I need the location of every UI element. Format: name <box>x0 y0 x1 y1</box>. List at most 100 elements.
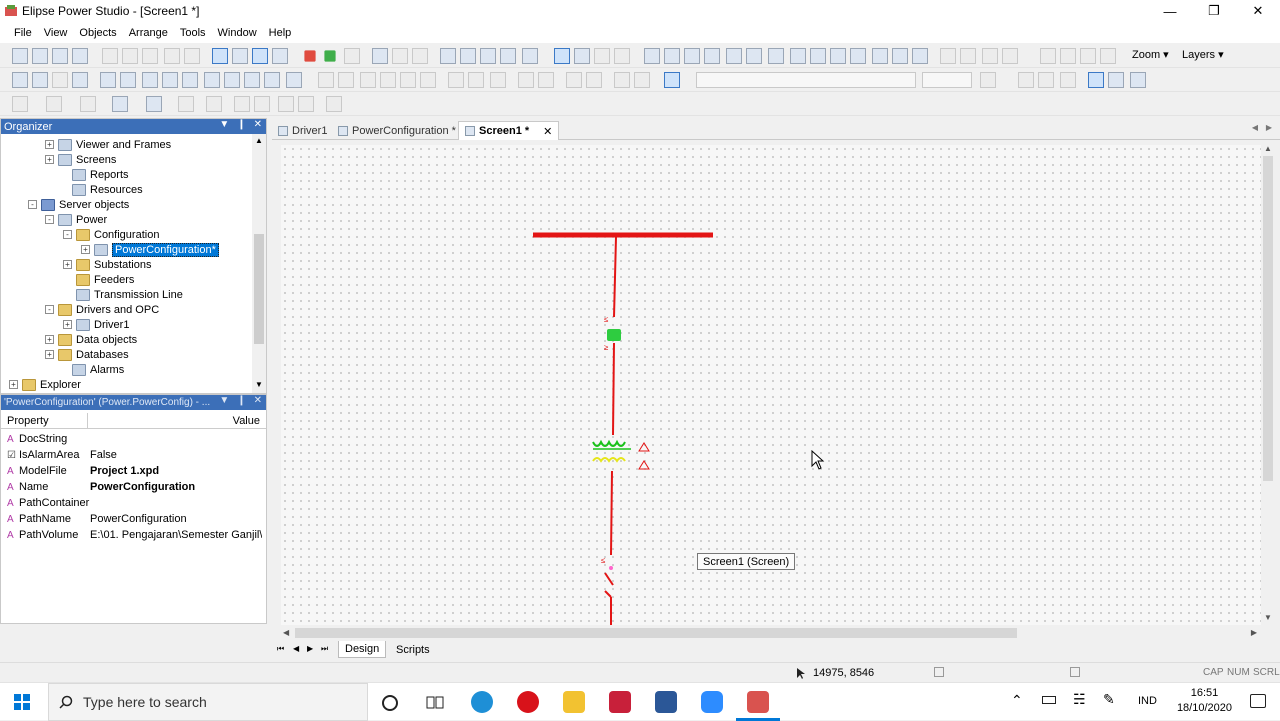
language-indicator[interactable]: IND <box>1138 695 1157 707</box>
canvas-horizontal-scrollbar[interactable]: ◀ ▶ <box>281 626 1261 640</box>
scroll-thumb[interactable] <box>254 234 264 344</box>
tree-item-explorer[interactable]: + Explorer <box>9 377 81 392</box>
last-page-icon[interactable]: ⏭ <box>321 644 328 654</box>
ellipse-icon[interactable] <box>726 48 742 64</box>
collapse-icon[interactable]: - <box>63 230 72 239</box>
lock-icon[interactable] <box>278 96 294 112</box>
open-icon[interactable] <box>32 48 48 64</box>
edit-points-icon[interactable] <box>594 48 610 64</box>
property-row-name[interactable]: A Name PowerConfiguration <box>1 479 266 495</box>
underline-icon[interactable] <box>1060 72 1076 88</box>
property-row-pathname[interactable]: A PathName PowerConfiguration <box>1 511 266 527</box>
transformer[interactable] <box>592 439 650 470</box>
collapse-icon[interactable]: - <box>45 305 54 314</box>
expand-icon[interactable]: + <box>45 155 54 164</box>
align-bottom-icon[interactable] <box>380 72 396 88</box>
align-center-v-icon[interactable] <box>420 72 436 88</box>
feeder-line-3[interactable] <box>610 470 613 556</box>
redo-icon[interactable] <box>184 48 200 64</box>
scroll-right-icon[interactable]: ▶ <box>1251 628 1257 637</box>
property-row-docstring[interactable]: A DocString <box>1 431 266 447</box>
view-objects-icon[interactable] <box>272 48 288 64</box>
flip-icon[interactable] <box>206 96 222 112</box>
line-icon[interactable] <box>644 48 660 64</box>
rotate-right-icon[interactable] <box>254 96 270 112</box>
center-h-icon[interactable] <box>566 72 582 88</box>
run-icon[interactable] <box>324 50 336 62</box>
tag-watch-icon[interactable] <box>392 48 408 64</box>
menu-help[interactable]: Help <box>263 27 298 39</box>
distribute-icon[interactable] <box>960 48 976 64</box>
library-icon[interactable] <box>460 48 476 64</box>
expand-icon[interactable]: + <box>9 380 18 389</box>
save-all-icon[interactable] <box>72 48 88 64</box>
battery-icon[interactable] <box>1042 696 1056 704</box>
property-row-pathvolume[interactable]: A PathVolume E:\01. Pengajaran\Semester Ga… <box>1 527 266 543</box>
save-icon[interactable] <box>52 48 68 64</box>
spin-tool-icon[interactable] <box>224 72 240 88</box>
value-column[interactable]: Value <box>233 415 260 427</box>
spin-vertical-icon[interactable] <box>244 72 260 88</box>
start-icon[interactable] <box>14 694 30 710</box>
setpoint-icon[interactable] <box>892 48 908 64</box>
tab-powerconfiguration[interactable]: PowerConfiguration * <box>338 121 456 140</box>
font-color-icon[interactable] <box>980 72 996 88</box>
close-icon[interactable]: ✕ <box>254 395 262 406</box>
tree-item-power[interactable]: - Power <box>45 212 107 227</box>
tree-item-configuration[interactable]: - Configuration <box>63 227 159 242</box>
rectangle-icon[interactable] <box>684 48 700 64</box>
menu-view[interactable]: View <box>38 27 74 39</box>
tree-item-transmission-line[interactable]: Transmission Line <box>63 287 183 302</box>
fill-color-icon[interactable] <box>12 96 28 112</box>
expand-icon[interactable]: + <box>45 335 54 344</box>
menu-tools[interactable]: Tools <box>174 27 212 39</box>
tree-item-screens[interactable]: + Screens <box>45 152 116 167</box>
picture-icon[interactable] <box>830 48 846 64</box>
line-color-icon[interactable] <box>46 96 62 112</box>
tree-item-databases[interactable]: + Databases <box>45 347 129 362</box>
gallery-icon[interactable] <box>440 48 456 64</box>
same-size-icon[interactable] <box>538 72 554 88</box>
show-hidden-icons[interactable]: ⌃ <box>1011 692 1023 709</box>
tree-item-driver1[interactable]: + Driver1 <box>63 317 129 332</box>
canvas-vertical-scrollbar[interactable]: ▲ ▼ <box>1261 140 1275 626</box>
expand-icon[interactable]: + <box>63 320 72 329</box>
tab-driver1[interactable]: Driver1 <box>278 121 327 140</box>
column-divider[interactable] <box>87 413 88 429</box>
tree-item-drivers-and-opc[interactable]: - Drivers and OPC <box>45 302 159 317</box>
taskbar-clock[interactable]: 16:51 18/10/2020 <box>1177 686 1232 716</box>
menu-objects[interactable]: Objects <box>73 27 122 39</box>
textbox-tool-icon[interactable] <box>204 72 220 88</box>
rotate-icon[interactable] <box>574 48 590 64</box>
close-icon[interactable]: ✕ <box>254 119 262 130</box>
elipse-power-app-icon[interactable] <box>747 691 769 713</box>
scroll-down-icon[interactable]: ▼ <box>1264 613 1272 622</box>
opera-icon[interactable] <box>517 691 539 713</box>
slider-icon[interactable] <box>912 48 928 64</box>
undo-icon[interactable] <box>164 48 180 64</box>
group-icon[interactable] <box>1002 48 1018 64</box>
text-align-center-icon[interactable] <box>1108 72 1124 88</box>
order-icon[interactable] <box>982 48 998 64</box>
tree-item-feeders[interactable]: Feeders <box>63 272 134 287</box>
stop-icon[interactable] <box>304 50 316 62</box>
align-center-h-icon[interactable] <box>400 72 416 88</box>
pen-icon[interactable] <box>614 48 630 64</box>
menu-file[interactable]: File <box>8 27 38 39</box>
center-v-icon[interactable] <box>586 72 602 88</box>
view-tabs-icon[interactable] <box>252 48 268 64</box>
rulers-icon[interactable] <box>72 72 88 88</box>
tab-screen1[interactable]: Screen1 * ✕ <box>458 121 560 140</box>
bold-icon[interactable] <box>1018 72 1034 88</box>
scroll-thumb[interactable] <box>295 628 1017 638</box>
cortana-icon[interactable] <box>381 694 399 712</box>
round-rect-icon[interactable] <box>704 48 720 64</box>
align-right-icon[interactable] <box>338 72 354 88</box>
disconnect-switch[interactable]: ≤ <box>601 556 614 625</box>
font-size-combo[interactable] <box>922 72 972 88</box>
first-page-icon[interactable]: ⏮ <box>277 644 284 654</box>
text-align-right-icon[interactable] <box>1130 72 1146 88</box>
property-value[interactable]: Project 1.xpd <box>90 465 262 477</box>
expand-icon[interactable]: + <box>63 260 72 269</box>
frame-icon[interactable] <box>500 48 516 64</box>
